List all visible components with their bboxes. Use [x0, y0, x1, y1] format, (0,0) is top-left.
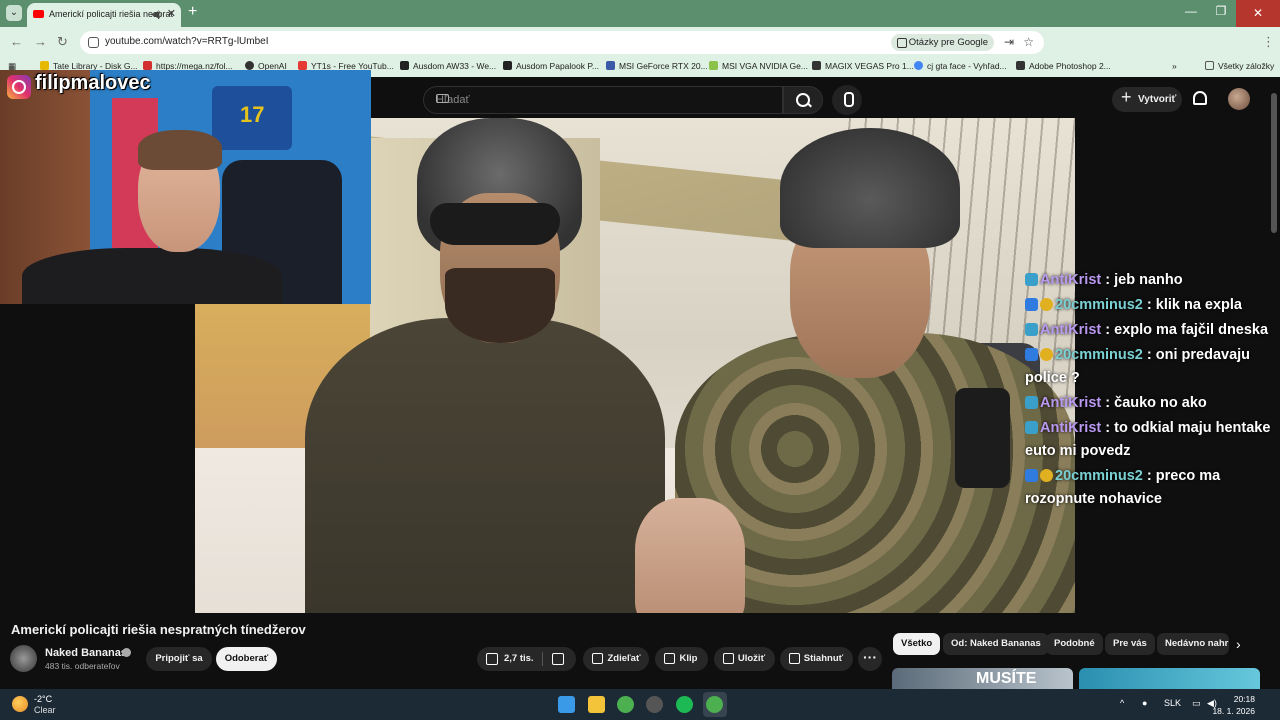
bookmark-item[interactable]: cj gta face - Vyhľad... [914, 61, 1007, 71]
thumbs-down-icon[interactable] [552, 653, 564, 665]
google-questions-button[interactable]: Otázky pre Google [890, 34, 994, 51]
close-window-icon[interactable]: ✕ [1236, 0, 1280, 27]
close-tab-icon[interactable]: ✕ [167, 3, 176, 25]
join-button[interactable]: Pripojiť sa [146, 647, 212, 671]
bookmark-item[interactable]: Ausdom AW33 - We... [400, 61, 496, 71]
chip-for-you[interactable]: Pre vás [1105, 633, 1155, 655]
tab-search-button[interactable]: ⌄ [6, 5, 22, 21]
weather-condition[interactable]: Clear [34, 705, 56, 715]
like-button[interactable]: 2,7 tis. [477, 647, 576, 671]
windows-taskbar: -2°C Clear ^ ● SLK ▭ ◀) 20:18 18. 1. 202… [0, 689, 1280, 720]
youtube-favicon-icon [33, 10, 44, 18]
microphone-icon[interactable] [832, 85, 862, 115]
like-count: 2,7 tis. [504, 653, 534, 664]
download-icon [789, 653, 800, 664]
tray-overflow-icon[interactable]: ^ [1120, 698, 1124, 708]
download-button[interactable]: Stiahnuť [780, 647, 853, 671]
speaker-icon[interactable]: ◀) [151, 3, 161, 25]
chat-message: 20cmminus2 : preco ma rozopnute nohavice [1025, 468, 1221, 507]
input-language[interactable]: SLK [1164, 698, 1181, 708]
install-icon[interactable]: ⇥ [1004, 35, 1014, 49]
clip-button[interactable]: Klip [655, 647, 708, 671]
video-title: Americkí policajti riešia nespratných tí… [11, 622, 306, 637]
scissors-icon [664, 653, 675, 664]
weather-icon[interactable] [12, 696, 28, 712]
spotify-icon[interactable] [676, 696, 693, 713]
subscriber-count: 483 tis. odberateľov [45, 661, 120, 671]
chip-from-channel[interactable]: Od: Naked Bananas [943, 633, 1049, 655]
start-windows-icon[interactable] [558, 696, 575, 713]
address-bar[interactable]: youtube.com/watch?v=RRTg-lUmbeI Otázky p… [80, 31, 1044, 54]
chip-recently-uploaded[interactable]: Nedávno nahr [1157, 633, 1229, 655]
chat-message: AntiKrist : čauko no ako [1025, 392, 1275, 415]
minimize-icon[interactable]: — [1176, 4, 1206, 18]
bookmark-item[interactable]: Adobe Photoshop 2... [1016, 61, 1111, 71]
bookmarks-overflow-icon[interactable]: » [1172, 61, 1177, 71]
subscribe-button[interactable]: Odoberať [216, 647, 277, 671]
all-bookmarks-folder[interactable]: Všetky záložky [1205, 61, 1274, 71]
url-text: youtube.com/watch?v=RRTg-lUmbeI [105, 36, 269, 47]
share-button[interactable]: Zdieľať [583, 647, 649, 671]
app-icon[interactable] [646, 696, 663, 713]
chat-message: AntiKrist : to odkial maju hentake euto … [1025, 420, 1271, 459]
keyboard-icon[interactable] [436, 94, 449, 103]
notifications-bell-icon[interactable] [1193, 91, 1207, 105]
instagram-icon [7, 75, 31, 99]
site-info-icon[interactable] [88, 37, 99, 48]
bookmark-star-icon[interactable]: ☆ [1023, 35, 1034, 49]
bookmark-item[interactable]: MSI GeForce RTX 20... [606, 61, 708, 71]
tab-youtube[interactable]: Americkí policajti riešia nesprat ◀) ✕ [27, 3, 181, 27]
menu-kebab-icon[interactable]: ⋮ [1262, 34, 1275, 50]
back-icon[interactable]: ← [10, 34, 23, 49]
create-button[interactable]: Vytvoriť [1112, 85, 1182, 112]
chat-overlay: AntiKrist : jeb nanho 20cmminus2 : klik … [1025, 269, 1275, 513]
chat-message: 20cmminus2 : klik na expla [1025, 294, 1275, 317]
chat-message: 20cmminus2 : oni predavaju police ? [1025, 347, 1251, 386]
chevron-right-icon[interactable]: › [1236, 636, 1241, 652]
jersey: 17 [212, 86, 292, 150]
bookmark-item[interactable]: Ausdom Papalook P... [503, 61, 599, 71]
scrollbar[interactable] [1271, 93, 1277, 233]
chat-message: AntiKrist : explo ma fajčil dneska [1025, 319, 1275, 342]
bookmark-item[interactable]: MAGIX VEGAS Pro 1... [812, 61, 914, 71]
bookmark-icon [723, 653, 734, 664]
channel-name[interactable]: Naked Bananas [45, 647, 127, 659]
recommended-thumbnail[interactable] [1079, 668, 1260, 689]
bookmark-item[interactable]: MSI VGA NVIDIA Ge... [709, 61, 808, 71]
search-input[interactable]: Hľadať [423, 86, 783, 114]
browser-toolbar: ← → ↻ youtube.com/watch?v=RRTg-lUmbeI Ot… [0, 27, 1280, 75]
mic-tray-icon[interactable]: ● [1142, 698, 1147, 708]
thumbs-up-icon [486, 653, 498, 665]
avatar[interactable] [1228, 88, 1250, 110]
channel-avatar[interactable] [10, 645, 37, 672]
tab-strip: ⌄ Americkí policajti riešia nesprat ◀) ✕… [0, 0, 1280, 27]
monitor-icon[interactable]: ▭ [1192, 698, 1201, 709]
new-tab-button[interactable]: + [188, 3, 197, 21]
more-actions-button[interactable]: ··· [858, 647, 882, 671]
search-button[interactable] [783, 86, 823, 114]
verified-icon [122, 648, 131, 657]
chat-message: AntiKrist : jeb nanho [1025, 269, 1275, 292]
chrome-icon[interactable] [617, 696, 634, 713]
save-button[interactable]: Uložiť [714, 647, 775, 671]
chrome-active-icon[interactable] [706, 696, 723, 713]
forward-icon[interactable]: → [34, 34, 47, 49]
temperature[interactable]: -2°C [34, 694, 52, 704]
recommended-thumbnail[interactable]: MUSÍTE [892, 668, 1073, 689]
file-explorer-icon[interactable] [588, 696, 605, 713]
reload-icon[interactable]: ↻ [57, 34, 68, 50]
chip-similar[interactable]: Podobné [1046, 633, 1103, 655]
chip-all[interactable]: Všetko [893, 633, 941, 655]
instagram-handle: filipmalovec [35, 72, 151, 94]
clock[interactable]: 20:18 18. 1. 2026 [1212, 693, 1255, 717]
share-icon [592, 653, 603, 664]
restore-icon[interactable]: ❐ [1206, 4, 1236, 18]
webcam-overlay: 17 [0, 70, 371, 304]
